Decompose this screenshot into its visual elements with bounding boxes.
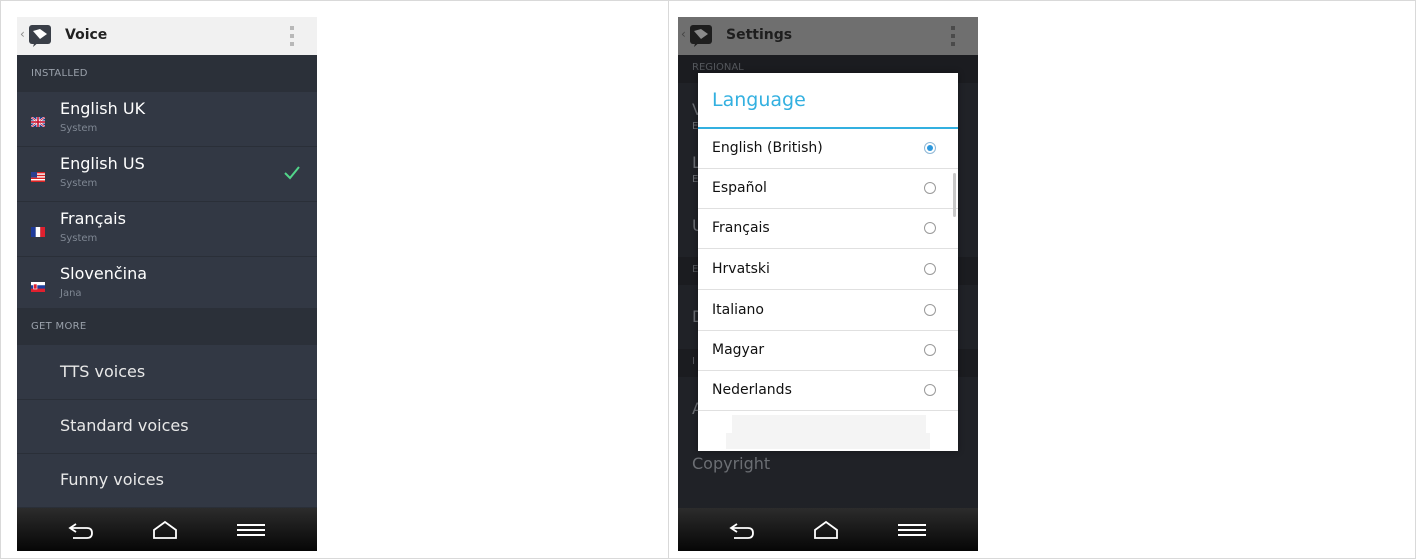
voice-source: System (60, 123, 98, 134)
menu-icon[interactable] (896, 518, 928, 542)
option-label: Italiano (712, 302, 764, 318)
slovakia-flag-icon (31, 282, 45, 292)
home-icon[interactable] (149, 518, 181, 542)
voice-source: Jana (60, 288, 82, 299)
item-label: TTS voices (60, 362, 146, 381)
voice-screen: ‹ Voice INSTALLED English UK System Engl… (17, 17, 317, 551)
language-option[interactable]: Hrvatski (698, 250, 958, 290)
radio-icon[interactable] (924, 344, 936, 356)
option-label: Français (712, 220, 770, 236)
radio-selected-icon[interactable] (924, 142, 936, 154)
panel-divider (668, 0, 669, 559)
voice-row-english-uk[interactable]: English UK System (17, 92, 317, 147)
radio-icon[interactable] (924, 384, 936, 396)
app-logo-icon[interactable] (27, 23, 53, 49)
radio-icon[interactable] (924, 222, 936, 234)
redacted-block (726, 433, 930, 449)
radio-icon[interactable] (924, 304, 936, 316)
option-label: Español (712, 180, 767, 196)
back-arrow-icon[interactable]: ‹ (681, 27, 686, 41)
voice-source: System (60, 233, 98, 244)
app-bar: ‹ Voice (17, 17, 317, 55)
tts-voices-item[interactable]: TTS voices (17, 346, 317, 400)
checkmark-icon (284, 166, 300, 180)
voice-row-slovencina[interactable]: Slovenčina Jana (17, 257, 317, 312)
page-title: Voice (65, 27, 108, 43)
language-option[interactable]: Français (698, 209, 958, 249)
radio-icon[interactable] (924, 263, 936, 275)
option-label: Magyar (712, 342, 765, 358)
language-option[interactable]: Magyar (698, 331, 958, 371)
dialog-title: Language (712, 89, 806, 111)
language-option[interactable]: Nederlands (698, 371, 958, 411)
us-flag-icon (31, 172, 45, 182)
voice-name: English US (60, 154, 145, 173)
overflow-menu-icon[interactable] (950, 26, 956, 46)
option-label: English (British) (712, 140, 823, 156)
item-label: Standard voices (60, 416, 189, 435)
standard-voices-item[interactable]: Standard voices (17, 400, 317, 454)
voice-name: Slovenčina (60, 264, 148, 283)
section-header-installed: INSTALLED (17, 55, 317, 92)
voice-name: Français (60, 209, 126, 228)
language-option[interactable]: Español (698, 169, 958, 209)
radio-icon[interactable] (924, 182, 936, 194)
section-header-get-more: GET MORE (17, 308, 317, 345)
app-bar: ‹ Settings (678, 17, 978, 55)
redacted-block (732, 415, 926, 433)
option-label: Nederlands (712, 382, 792, 398)
back-icon[interactable] (65, 518, 97, 542)
menu-icon[interactable] (235, 518, 267, 542)
app-logo-icon[interactable] (688, 23, 714, 49)
home-icon[interactable] (810, 518, 842, 542)
copyright-item[interactable]: Copyright (692, 454, 770, 473)
uk-flag-icon (31, 117, 45, 127)
language-option[interactable]: English (British) (698, 129, 958, 169)
overflow-menu-icon[interactable] (289, 26, 295, 46)
nav-bar (678, 508, 978, 551)
dialog-scrollbar[interactable] (953, 173, 956, 217)
language-option[interactable]: Italiano (698, 291, 958, 331)
voice-row-english-us[interactable]: English US System (17, 147, 317, 202)
voice-source: System (60, 178, 98, 189)
back-icon[interactable] (726, 518, 758, 542)
section-label: I (692, 356, 695, 367)
language-dialog: Language English (British) Español Franç… (698, 73, 958, 451)
item-label: Funny voices (60, 470, 164, 489)
page-title: Settings (726, 27, 793, 43)
back-arrow-icon[interactable]: ‹ (20, 27, 25, 41)
funny-voices-item[interactable]: Funny voices (17, 454, 317, 508)
voice-row-francais[interactable]: Français System (17, 202, 317, 257)
france-flag-icon (31, 227, 45, 237)
section-label: REGIONAL (692, 62, 744, 73)
settings-screen: ‹ Settings REGIONAL V E L E U E D I A Co… (678, 17, 978, 551)
voice-name: English UK (60, 99, 146, 118)
nav-bar (17, 508, 317, 551)
option-label: Hrvatski (712, 261, 770, 277)
